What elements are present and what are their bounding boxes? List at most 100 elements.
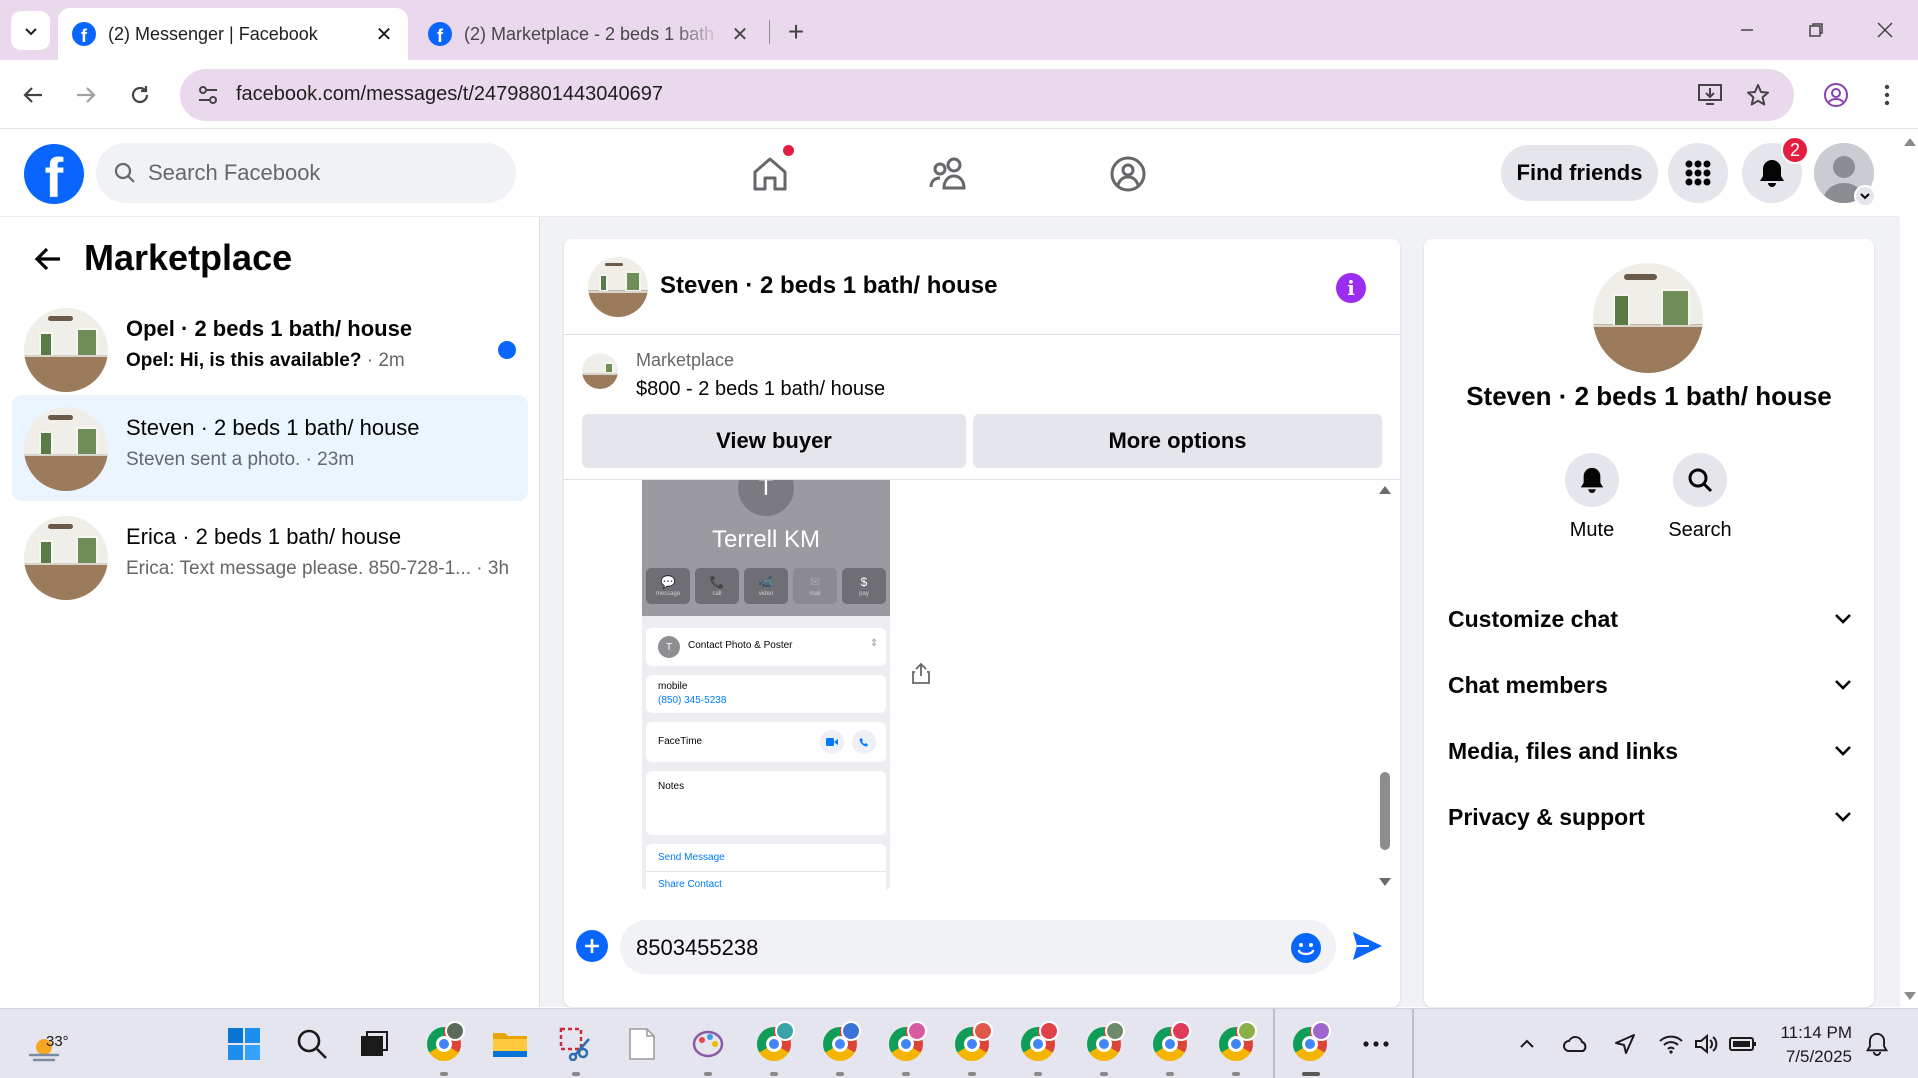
bookmark-star-icon[interactable] xyxy=(1744,81,1772,109)
more-apps-button[interactable] xyxy=(1356,1024,1396,1064)
more-horizontal-icon xyxy=(1363,1041,1389,1047)
friends-nav-button[interactable] xyxy=(919,144,979,204)
tab-messenger[interactable]: f (2) Messenger | Facebook ✕ xyxy=(58,8,408,60)
running-indicator xyxy=(836,1072,844,1076)
page-scrollbar[interactable] xyxy=(1900,130,1918,1007)
running-indicator xyxy=(770,1072,778,1076)
groups-nav-button[interactable] xyxy=(1098,144,1158,204)
scroll-down-arrow-icon[interactable] xyxy=(1379,878,1391,886)
taskbar-divider xyxy=(1412,1009,1414,1078)
arrow-left-icon xyxy=(23,87,42,103)
facebook-logo-icon[interactable]: f xyxy=(24,144,84,204)
site-info-icon[interactable] xyxy=(194,81,222,109)
file-explorer-icon[interactable] xyxy=(490,1024,530,1064)
mute-label: Mute xyxy=(1569,519,1615,541)
messenger-body: Marketplace Opel · 2 beds 1 bath/ house … xyxy=(0,217,1900,1007)
tab-marketplace[interactable]: f (2) Marketplace - 2 beds 1 bath ✕ xyxy=(414,8,764,60)
minimize-button[interactable] xyxy=(1727,12,1767,48)
back-button[interactable] xyxy=(15,77,51,113)
scrollbar-thumb[interactable] xyxy=(1380,772,1390,850)
paint-tool-icon[interactable] xyxy=(688,1024,728,1064)
more-options-button[interactable]: More options xyxy=(973,414,1382,468)
system-clock[interactable]: 11:14 PM 7/5/2025 xyxy=(1772,1021,1852,1069)
close-window-button[interactable] xyxy=(1865,12,1905,48)
send-icon[interactable] xyxy=(1350,929,1384,963)
find-friends-button[interactable]: Find friends xyxy=(1501,145,1658,201)
close-tab-icon[interactable]: ✕ xyxy=(374,22,394,47)
conversation-preview: Erica: Text message please. 850-728-1...… xyxy=(126,558,509,580)
snipping-tool-icon[interactable] xyxy=(556,1024,596,1064)
home-nav-button[interactable] xyxy=(740,144,800,204)
emoji-icon[interactable] xyxy=(1290,932,1322,964)
running-indicator xyxy=(704,1072,712,1076)
chrome-profile-5-icon[interactable] xyxy=(1018,1021,1059,1064)
customize-chat-section[interactable]: Customize chat xyxy=(1448,595,1852,643)
mute-button[interactable]: Mute xyxy=(1542,453,1642,542)
location-icon[interactable] xyxy=(1610,1029,1640,1059)
menu-grid-button[interactable] xyxy=(1668,143,1728,203)
install-app-icon[interactable] xyxy=(1696,81,1724,109)
conversation-info-icon[interactable]: i xyxy=(1336,273,1366,303)
scroll-down-arrow-icon[interactable] xyxy=(1904,992,1916,1000)
facebook-search-input[interactable]: Search Facebook xyxy=(96,143,516,203)
show-hidden-icons-button[interactable] xyxy=(1512,1029,1542,1059)
chat-members-section[interactable]: Chat members xyxy=(1448,661,1852,709)
chrome-profile-2-icon[interactable] xyxy=(820,1021,861,1064)
chrome-profile-4-icon[interactable] xyxy=(952,1021,993,1064)
chevron-down-icon xyxy=(1835,746,1851,756)
conversation-item-opel[interactable]: Opel · 2 beds 1 bath/ house Opel: Hi, is… xyxy=(12,296,528,402)
taskbar-divider xyxy=(1273,1009,1275,1078)
conversation-item-steven[interactable]: Steven · 2 beds 1 bath/ house Steven sen… xyxy=(12,395,528,501)
photo-message-contact-screenshot[interactable]: T Terrell KM 💬 message 📞 call 📹 video ✉ mail… xyxy=(642,480,890,890)
reload-button[interactable] xyxy=(122,77,158,113)
volume-icon[interactable] xyxy=(1692,1029,1722,1059)
notepad-icon[interactable] xyxy=(622,1024,662,1064)
forward-button[interactable] xyxy=(68,77,104,113)
media-files-links-section[interactable]: Media, files and links xyxy=(1448,727,1852,775)
chat-title[interactable]: Steven · 2 beds 1 bath/ house xyxy=(660,272,997,300)
start-button[interactable] xyxy=(224,1024,264,1064)
chevron-down-icon xyxy=(1835,812,1851,822)
chat-avatar[interactable] xyxy=(588,257,648,317)
tab-search-dropdown[interactable] xyxy=(11,11,50,50)
message-input[interactable]: 8503455238 xyxy=(620,920,1336,974)
chrome-profile-8-icon[interactable] xyxy=(1216,1021,1257,1064)
account-caret-icon[interactable] xyxy=(1854,185,1876,207)
browser-profile-button[interactable] xyxy=(1818,77,1854,113)
close-tab-icon[interactable]: ✕ xyxy=(730,22,750,47)
chrome-profile-6-icon[interactable] xyxy=(1084,1021,1125,1064)
share-icon[interactable] xyxy=(909,660,933,686)
view-buyer-button[interactable]: View buyer xyxy=(582,414,966,468)
conversation-item-erica[interactable]: Erica · 2 beds 1 bath/ house Erica: Text… xyxy=(12,504,528,610)
search-in-conversation-button[interactable]: Search xyxy=(1650,453,1750,542)
privacy-support-section[interactable]: Privacy & support xyxy=(1448,793,1852,841)
listing-thumbnail xyxy=(24,516,108,600)
back-button[interactable] xyxy=(28,239,68,279)
onedrive-icon[interactable] xyxy=(1561,1029,1591,1059)
chrome-profile-3-icon[interactable] xyxy=(886,1021,927,1064)
task-view-button[interactable] xyxy=(354,1024,394,1064)
message-action-icon: 💬 message xyxy=(646,568,690,604)
chrome-taskbar-icon[interactable] xyxy=(424,1021,465,1064)
details-avatar xyxy=(1593,263,1703,373)
chrome-profile-1-icon[interactable] xyxy=(754,1021,795,1064)
chrome-active-profile-icon[interactable] xyxy=(1290,1021,1331,1064)
notification-count-badge: 2 xyxy=(1781,136,1809,164)
taskbar-search-button[interactable] xyxy=(292,1024,332,1064)
weather-widget[interactable]: 33° xyxy=(26,1019,86,1069)
add-attachment-button[interactable] xyxy=(576,930,608,962)
battery-icon[interactable] xyxy=(1728,1029,1758,1059)
scroll-up-arrow-icon[interactable] xyxy=(1379,486,1391,494)
restore-button[interactable] xyxy=(1796,12,1836,48)
notification-center-icon[interactable] xyxy=(1862,1029,1892,1059)
message-thread[interactable]: T Terrell KM 💬 message 📞 call 📹 video ✉ mail… xyxy=(564,480,1400,898)
chrome-profile-7-icon[interactable] xyxy=(1150,1021,1191,1064)
browser-menu-button[interactable] xyxy=(1872,77,1902,113)
scroll-up-arrow-icon[interactable] xyxy=(1904,138,1916,146)
wifi-icon[interactable] xyxy=(1656,1029,1686,1059)
new-tab-button[interactable]: + xyxy=(778,14,814,50)
facetime-audio-icon xyxy=(852,730,876,754)
thread-scrollbar[interactable] xyxy=(1376,482,1394,892)
listing-price-title[interactable]: $800 - 2 beds 1 bath/ house xyxy=(636,378,885,401)
address-bar[interactable]: facebook.com/messages/t/2479880144304069… xyxy=(180,69,1794,121)
